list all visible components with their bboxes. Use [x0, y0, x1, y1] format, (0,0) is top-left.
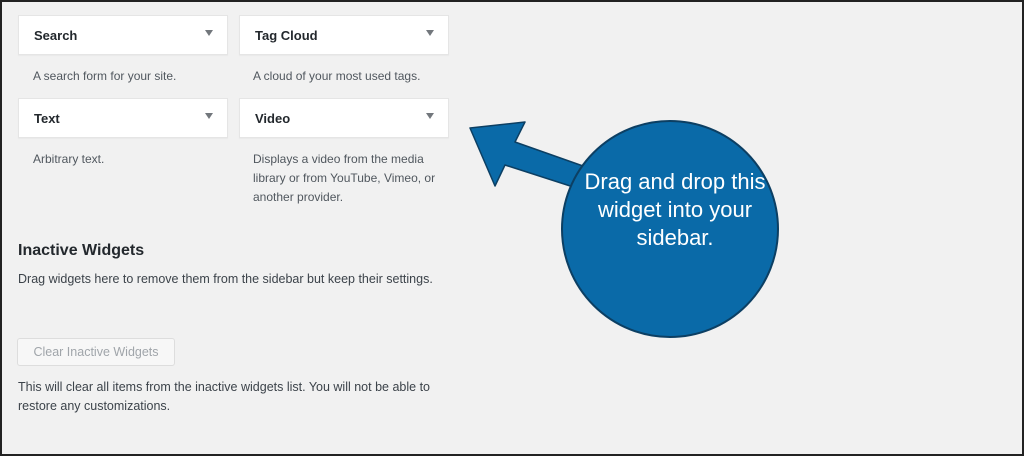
callout-text: Drag and drop this widget into your side… [584, 169, 766, 250]
callout-graphic [469, 120, 779, 338]
